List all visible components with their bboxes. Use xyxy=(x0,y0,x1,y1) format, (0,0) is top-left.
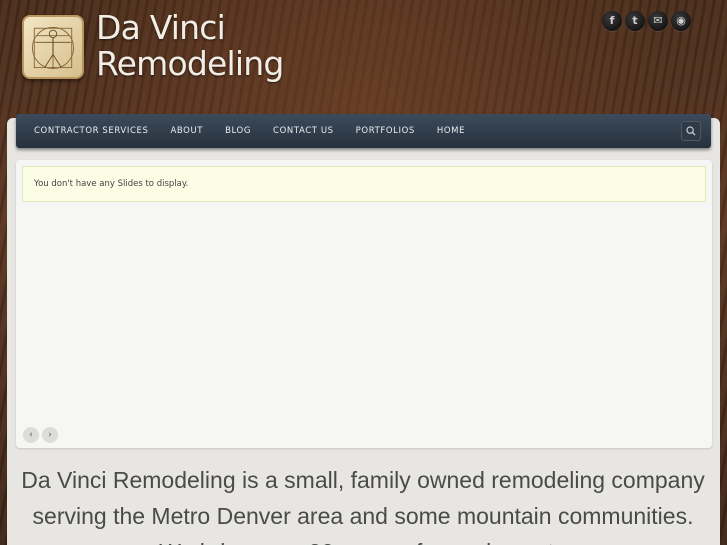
brand-title[interactable]: Da Vinci Remodeling xyxy=(96,10,284,82)
brand-line-1: Da Vinci xyxy=(96,8,226,47)
main-nav: CONTRACTOR SERVICES ABOUT BLOG CONTACT U… xyxy=(16,114,711,148)
email-icon[interactable]: ✉ xyxy=(648,11,668,31)
slideshow: You don't have any Slides to display. ‹ … xyxy=(16,160,712,448)
search-icon xyxy=(686,126,696,136)
slider-prev-button[interactable]: ‹ xyxy=(23,427,39,443)
nav-item-home[interactable]: HOME xyxy=(437,114,465,148)
social-links: f t ✉ ◉ xyxy=(602,11,691,31)
nav-item-contact-us[interactable]: CONTACT US xyxy=(273,114,334,148)
intro-text: Da Vinci Remodeling is a small, family o… xyxy=(21,467,705,545)
slides-notice: You don't have any Slides to display. xyxy=(22,166,706,202)
nav-item-about[interactable]: ABOUT xyxy=(170,114,203,148)
twitter-icon[interactable]: t xyxy=(625,11,645,31)
facebook-icon[interactable]: f xyxy=(602,11,622,31)
rss-icon[interactable]: ◉ xyxy=(671,11,691,31)
nav-item-portfolios[interactable]: PORTFOLIOS xyxy=(356,114,415,148)
nav-item-blog[interactable]: BLOG xyxy=(225,114,251,148)
slider-next-button[interactable]: › xyxy=(42,427,58,443)
vitruvian-man-icon xyxy=(31,26,75,69)
brand-line-2: Remodeling xyxy=(96,44,284,83)
search-button[interactable] xyxy=(681,121,701,141)
nav-item-contractor-services[interactable]: CONTRACTOR SERVICES xyxy=(34,114,148,148)
site-logo[interactable] xyxy=(22,15,84,79)
